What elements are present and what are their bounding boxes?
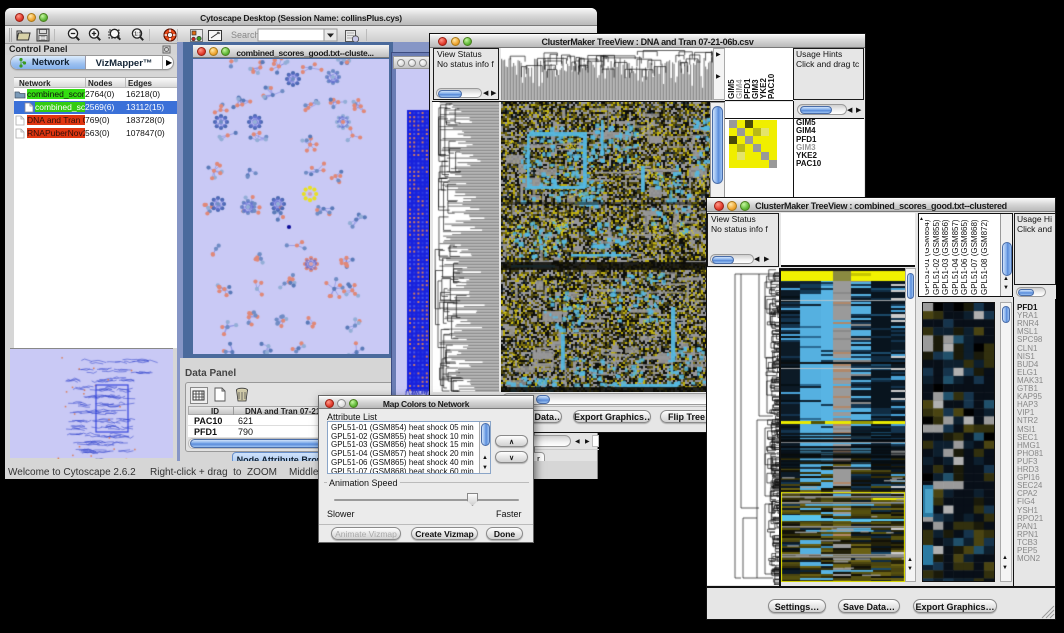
svg-text:Search:: Search: bbox=[231, 30, 262, 40]
svg-text:1:1: 1:1 bbox=[134, 32, 141, 38]
